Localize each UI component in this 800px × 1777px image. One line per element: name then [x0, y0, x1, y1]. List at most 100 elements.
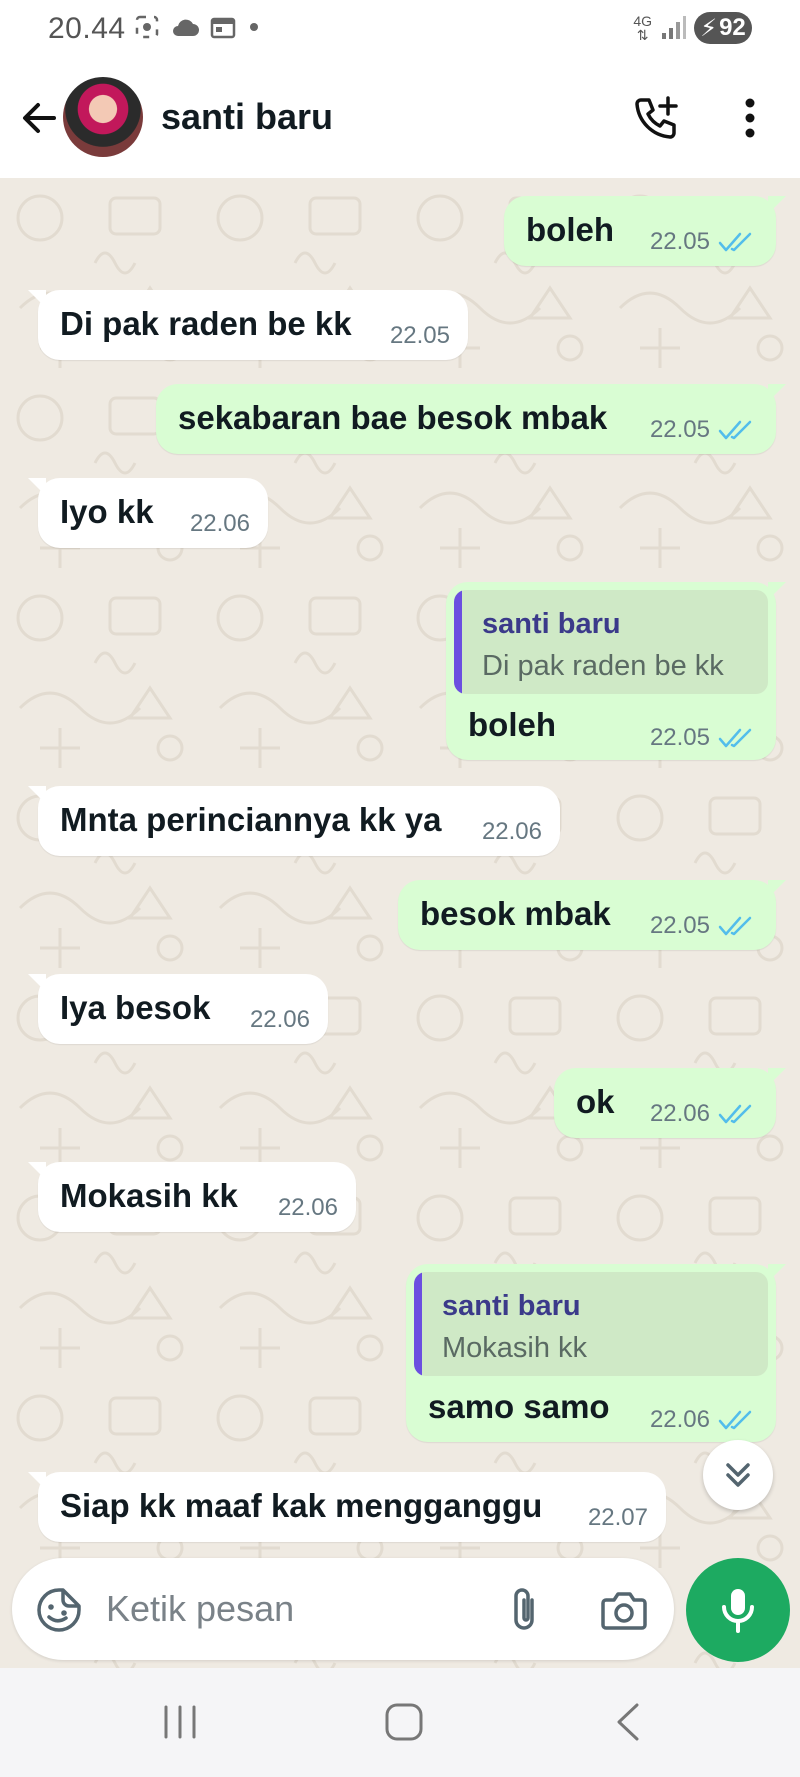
- message-time: 22.06: [277, 1194, 338, 1221]
- double-check-icon: [718, 728, 752, 748]
- camera-button[interactable]: [596, 1584, 652, 1636]
- message-time: 22.06: [649, 1100, 710, 1127]
- message-in[interactable]: Di pak raden be kk 22.05: [28, 290, 468, 360]
- quote-author: santi baru: [442, 1290, 581, 1322]
- message-text: sekabaran bae besok mbak: [178, 399, 608, 436]
- network-label: 4G: [633, 13, 652, 29]
- message-in[interactable]: Mokasih kk 22.06: [28, 1162, 356, 1232]
- avatar[interactable]: [63, 77, 143, 157]
- message-meta: 22.05: [650, 228, 754, 256]
- quote-accent-bar: [454, 590, 462, 694]
- message-in[interactable]: Iya besok 22.06: [28, 974, 328, 1044]
- camera-icon: [601, 1592, 647, 1630]
- network-type: 4G ⇅: [633, 14, 652, 42]
- bubble-tail: [28, 1472, 46, 1490]
- voice-message-button[interactable]: [686, 1558, 790, 1662]
- message-in[interactable]: Siap kk maaf kak mengganggu 22.07: [28, 1472, 666, 1542]
- bubble-tail: [768, 880, 786, 898]
- contact-name[interactable]: santi baru: [161, 96, 333, 138]
- status-time: 20.44: [48, 12, 126, 45]
- recents-button[interactable]: [148, 1690, 212, 1754]
- add-call-icon: [635, 96, 678, 139]
- more-options-button[interactable]: [726, 90, 774, 146]
- status-notification-icons: [134, 14, 262, 40]
- bubble-tail: [768, 1264, 786, 1282]
- message-out-reply[interactable]: santi baru Mokasih kk samo samo 22.06: [406, 1264, 786, 1442]
- message-meta: 22.06: [482, 818, 542, 846]
- quote-text: Di pak raden be kk: [482, 650, 724, 682]
- message-in[interactable]: Iyo kk 22.06: [28, 478, 268, 548]
- message-text: Mnta perinciannya kk ya: [60, 801, 442, 838]
- message-text: Di pak raden be kk: [60, 305, 352, 342]
- more-vertical-icon: [745, 98, 755, 138]
- bubble-tail: [28, 786, 46, 804]
- message-meta: 22.07: [588, 1504, 648, 1532]
- quote-text: Mokasih kk: [442, 1332, 588, 1364]
- add-call-button[interactable]: [628, 90, 684, 146]
- scroll-to-bottom-button[interactable]: [703, 1440, 773, 1510]
- battery-level: 92: [719, 14, 746, 41]
- double-check-icon: [718, 916, 752, 936]
- chat-header: santi baru: [0, 60, 800, 178]
- home-icon: [385, 1703, 423, 1741]
- quote-accent-bar: [414, 1272, 422, 1376]
- quoted-message[interactable]: santi baru Mokasih kk: [414, 1272, 768, 1376]
- home-button[interactable]: [372, 1690, 436, 1754]
- message-text: Siap kk maaf kak mengganggu: [60, 1487, 543, 1524]
- message-time: 22.07: [587, 1504, 648, 1531]
- message-time: 22.06: [481, 818, 542, 845]
- message-meta: 22.05: [650, 912, 754, 940]
- double-check-icon: [718, 1104, 752, 1124]
- message-text: boleh: [468, 706, 556, 743]
- chat-area[interactable]: boleh 22.05 Di pak raden be kk 22.05 sek…: [0, 178, 800, 1668]
- message-text: Iyo kk: [60, 493, 154, 530]
- charging-icon: ⚡: [700, 14, 718, 42]
- message-meta: 22.05: [650, 416, 754, 444]
- sticker-button[interactable]: [34, 1585, 84, 1635]
- message-meta: 22.06: [650, 1406, 754, 1434]
- status-bar: 20.44 4G ⇅ ⚡ 92: [0, 0, 800, 60]
- battery-indicator: ⚡ 92: [694, 12, 752, 44]
- nav-back-icon: [617, 1703, 639, 1741]
- dot-icon: [250, 23, 258, 31]
- message-out[interactable]: boleh 22.05: [504, 196, 786, 266]
- quoted-message[interactable]: santi baru Di pak raden be kk: [454, 590, 768, 694]
- message-text: samo samo: [428, 1388, 610, 1425]
- message-text: Iya besok: [60, 989, 211, 1026]
- system-nav-bar: [0, 1668, 800, 1777]
- back-button[interactable]: [14, 94, 62, 142]
- message-out[interactable]: besok mbak 22.05: [398, 880, 786, 950]
- bubble-tail: [28, 478, 46, 496]
- message-meta: 22.05: [390, 322, 450, 350]
- quote-author: santi baru: [482, 608, 621, 640]
- message-time: 22.05: [649, 416, 710, 443]
- message-meta: 22.06: [250, 1006, 310, 1034]
- double-check-icon: [718, 1410, 752, 1430]
- data-arrows-icon: ⇅: [636, 27, 649, 43]
- message-time: 22.06: [189, 510, 250, 537]
- attach-button[interactable]: [498, 1584, 550, 1636]
- message-text: Mokasih kk: [60, 1177, 238, 1214]
- bubble-tail: [768, 582, 786, 600]
- message-out[interactable]: ok 22.06: [554, 1068, 786, 1138]
- bubble-tail: [768, 384, 786, 402]
- message-time: 22.06: [649, 1406, 710, 1433]
- status-system-icons: 4G ⇅ ⚡ 92: [633, 12, 752, 44]
- signal-icon: [662, 16, 686, 39]
- bubble-tail: [768, 1068, 786, 1086]
- message-time: 22.05: [649, 724, 710, 751]
- sticker-icon: [37, 1588, 81, 1632]
- recents-icon: [164, 1705, 196, 1739]
- message-time: 22.06: [249, 1006, 310, 1033]
- message-text: boleh: [526, 211, 614, 248]
- message-out[interactable]: sekabaran bae besok mbak 22.05: [156, 384, 786, 454]
- message-time: 22.05: [389, 322, 450, 349]
- message-meta: 22.06: [190, 510, 250, 538]
- message-in[interactable]: Mnta perinciannya kk ya 22.06: [28, 786, 560, 856]
- double-check-icon: [718, 232, 752, 252]
- message-out-reply[interactable]: santi baru Di pak raden be kk boleh 22.0…: [446, 582, 786, 760]
- mic-icon: [722, 1589, 754, 1633]
- message-input[interactable]: [106, 1580, 486, 1638]
- nav-back-button[interactable]: [596, 1690, 660, 1754]
- back-arrow-icon: [23, 103, 56, 133]
